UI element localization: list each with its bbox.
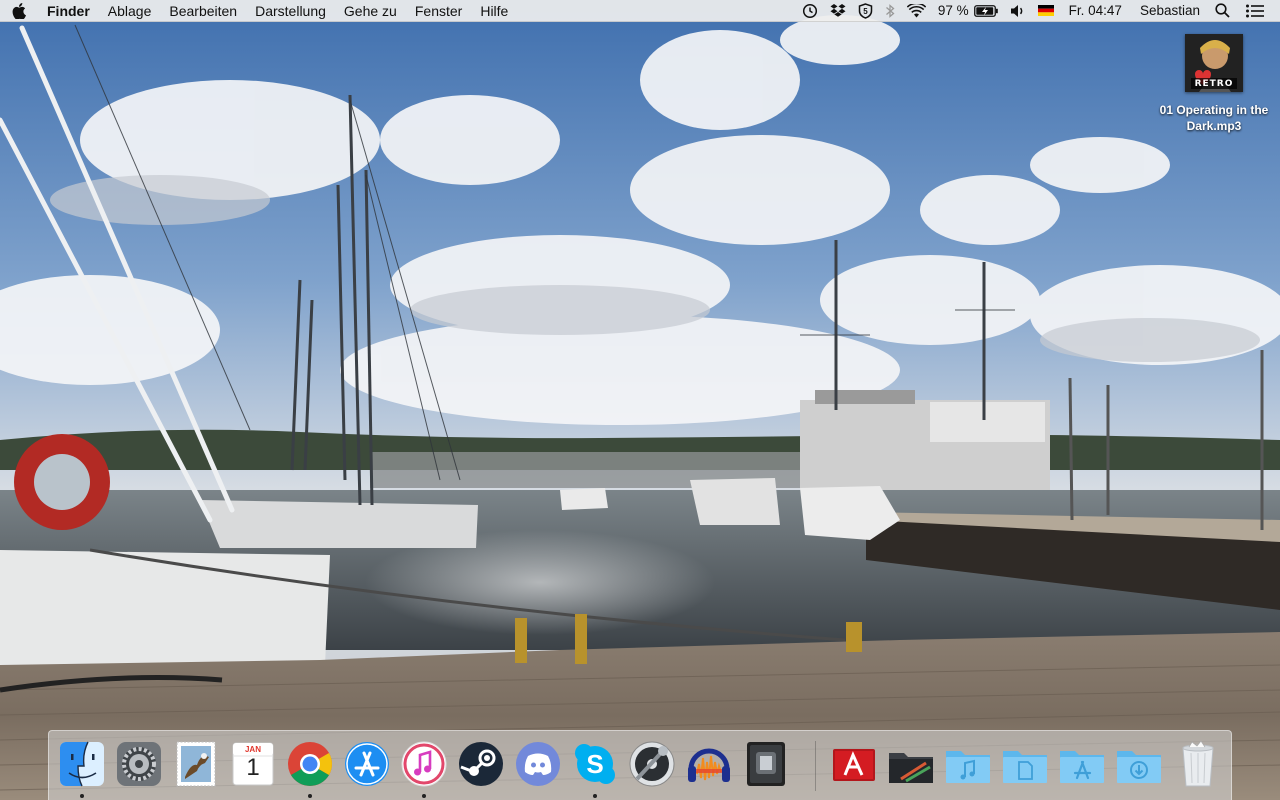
- svg-text:5: 5: [863, 7, 868, 16]
- album-art-thumbnail: RETRO: [1185, 34, 1243, 92]
- svg-text:S: S: [586, 749, 603, 779]
- system-preferences-icon[interactable]: [114, 739, 164, 789]
- battery-percent: 97 %: [937, 3, 969, 18]
- menu-app-finder[interactable]: Finder: [38, 0, 99, 22]
- skype-icon[interactable]: S: [570, 739, 620, 789]
- menubar-clock[interactable]: Fr. 04:47: [1060, 0, 1131, 22]
- itunes-running-indicator: [422, 794, 426, 798]
- apple-icon[interactable]: [0, 0, 38, 22]
- time-machine-icon[interactable]: [796, 0, 824, 22]
- album-art-text: RETRO: [1194, 79, 1234, 89]
- menu-gehe-zu[interactable]: Gehe zu: [335, 0, 406, 22]
- menu-darstellung[interactable]: Darstellung: [246, 0, 335, 22]
- itunes-icon[interactable]: [399, 739, 449, 789]
- user-name[interactable]: Sebastian: [1131, 0, 1209, 22]
- shield-icon[interactable]: 5: [852, 0, 879, 22]
- menu-bar: Finder Ablage Bearbeiten Darstellung Geh…: [0, 0, 1280, 22]
- mail-icon[interactable]: [171, 739, 221, 789]
- applications-folder-icon[interactable]: [1057, 739, 1107, 789]
- menu-ablage[interactable]: Ablage: [99, 0, 161, 22]
- app-store-icon[interactable]: [342, 739, 392, 789]
- calendar-day: 1: [246, 754, 260, 781]
- calendar-month: JAN: [244, 745, 261, 754]
- documents-folder-icon[interactable]: [1000, 739, 1050, 789]
- spotlight-search-icon[interactable]: [1209, 0, 1236, 22]
- desktop-file-label: 01 Operating in the Dark.mp3: [1159, 103, 1269, 133]
- desktop-file-mp3[interactable]: RETRO 01 Operating in the Dark.mp3: [1150, 34, 1278, 134]
- audacity-icon[interactable]: [684, 739, 734, 789]
- chrome-icon[interactable]: [285, 739, 335, 789]
- skype-running-indicator: [593, 794, 597, 798]
- dock: JAN 1 S: [48, 730, 1232, 800]
- dropbox-icon[interactable]: [824, 0, 852, 22]
- discord-icon[interactable]: [513, 739, 563, 789]
- desktop-wallpaper: [0, 0, 1280, 800]
- dock-separator: [815, 741, 816, 791]
- menu-hilfe[interactable]: Hilfe: [471, 0, 517, 22]
- battery-charging-icon: [973, 4, 998, 17]
- menu-bearbeiten[interactable]: Bearbeiten: [160, 0, 246, 22]
- bluetooth-icon[interactable]: [879, 0, 901, 22]
- wifi-icon[interactable]: [901, 0, 932, 22]
- logic-remote-icon[interactable]: [627, 739, 677, 789]
- logic-pro-icon[interactable]: [741, 739, 791, 789]
- trash-icon[interactable]: [1173, 739, 1223, 789]
- de-flag-icon[interactable]: [1032, 0, 1060, 22]
- finder-running-indicator: [80, 794, 84, 798]
- volume-icon[interactable]: [1004, 0, 1032, 22]
- downloads-folder-icon[interactable]: [1114, 739, 1164, 789]
- finder-icon[interactable]: [57, 739, 107, 789]
- music-folder-icon[interactable]: [943, 739, 993, 789]
- battery-status[interactable]: 97 %: [932, 0, 1004, 22]
- calendar-icon[interactable]: JAN 1: [228, 739, 278, 789]
- adobe-icon[interactable]: [829, 739, 879, 789]
- chrome-running-indicator: [308, 794, 312, 798]
- notification-center-icon[interactable]: [1236, 0, 1270, 22]
- stack-folder-icon[interactable]: [886, 739, 936, 789]
- menu-fenster[interactable]: Fenster: [406, 0, 471, 22]
- steam-icon[interactable]: [456, 739, 506, 789]
